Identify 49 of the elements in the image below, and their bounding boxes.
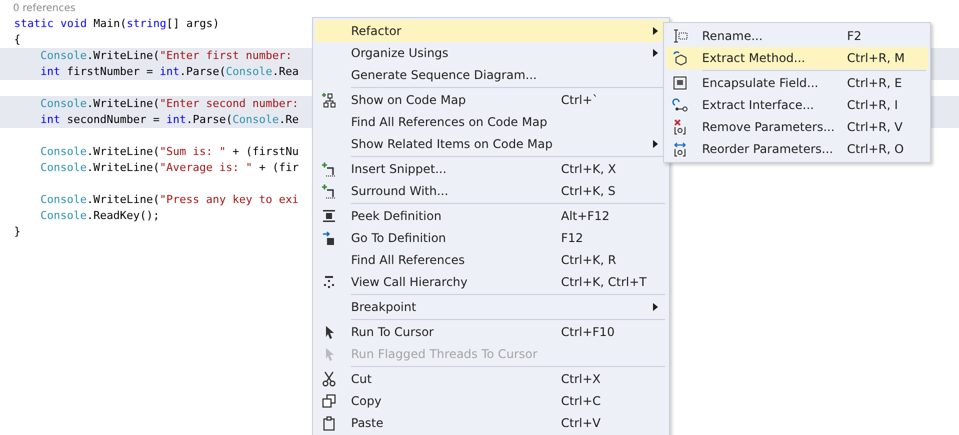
snippet-icon bbox=[321, 161, 337, 177]
code-text: int firstNumber = int.Parse(Console.Rea bbox=[40, 65, 299, 78]
code-map-icon bbox=[321, 92, 337, 108]
code-text: Console.WriteLine("Enter second number: bbox=[40, 97, 299, 110]
menu-item[interactable]: Peek Definition Alt+F12 bbox=[315, 205, 667, 227]
code-text: Console.WriteLine("Enter first number: bbox=[40, 49, 294, 62]
go-to-icon bbox=[321, 230, 337, 246]
menu-item[interactable]: Show on Code Map Ctrl+` bbox=[315, 89, 667, 111]
code-text: Console.ReadKey(); bbox=[40, 209, 160, 222]
menu-item[interactable]: Paste Ctrl+V bbox=[315, 412, 667, 434]
scissors-icon bbox=[321, 371, 337, 387]
remove-parameter-icon bbox=[672, 119, 688, 135]
menu-item[interactable]: Rename... F2 bbox=[666, 25, 928, 47]
snippet-icon bbox=[321, 183, 337, 199]
menu-item[interactable]: Generate Sequence Diagram... bbox=[315, 64, 667, 86]
menu-item[interactable]: Organize Usings bbox=[315, 42, 667, 64]
peek-icon bbox=[321, 208, 337, 224]
rename-icon bbox=[672, 28, 688, 44]
menu-item[interactable]: Find All References Ctrl+K, R bbox=[315, 249, 667, 271]
menu-item[interactable]: Show Related Items on Code Map bbox=[315, 133, 667, 155]
menu-item[interactable]: Encapsulate Field... Ctrl+R, E bbox=[666, 72, 928, 94]
code-text: Console.WriteLine("Sum is: " + (firstNu bbox=[40, 145, 299, 158]
menu-item[interactable]: Extract Method... Ctrl+R, M bbox=[666, 47, 928, 69]
menu-item[interactable]: Go To Definition F12 bbox=[315, 227, 667, 249]
menu-item[interactable]: Surround With... Ctrl+K, S bbox=[315, 180, 667, 202]
menu-item[interactable]: Remove Parameters... Ctrl+R, V bbox=[666, 116, 928, 138]
menu-item[interactable]: View Call Hierarchy Ctrl+K, Ctrl+T bbox=[315, 271, 667, 293]
menu-item[interactable]: Run To Cursor Ctrl+F10 bbox=[315, 321, 667, 343]
cube-icon bbox=[672, 50, 688, 66]
menu-item[interactable]: Insert Snippet... Ctrl+K, X bbox=[315, 158, 667, 180]
code-text: Console.WriteLine("Press any key to exi bbox=[40, 193, 299, 206]
reorder-parameter-icon bbox=[672, 141, 688, 157]
menu-item[interactable]: Cut Ctrl+X bbox=[315, 368, 667, 390]
menu-item[interactable]: Refactor bbox=[315, 20, 667, 42]
code-text: } bbox=[14, 225, 21, 238]
copy-icon bbox=[321, 393, 337, 409]
hierarchy-icon bbox=[321, 274, 337, 290]
menu-item[interactable]: Breakpoint bbox=[315, 296, 667, 318]
menu-item[interactable]: Reorder Parameters... Ctrl+R, O bbox=[666, 138, 928, 160]
interface-icon bbox=[672, 97, 688, 113]
paste-icon bbox=[321, 415, 337, 431]
menu-item[interactable]: Extract Interface... Ctrl+R, I bbox=[666, 94, 928, 116]
field-icon bbox=[672, 75, 688, 91]
code-text: Console.WriteLine("Average is: " + (fir bbox=[40, 161, 299, 174]
menu-item[interactable]: Find All References on Code Map bbox=[315, 111, 667, 133]
code-text: { bbox=[14, 33, 21, 46]
menu-item[interactable]: Copy Ctrl+C bbox=[315, 390, 667, 412]
code-text: int secondNumber = int.Parse(Console.Re bbox=[40, 113, 299, 126]
code-text: static void Main(string[] args) bbox=[14, 17, 220, 30]
